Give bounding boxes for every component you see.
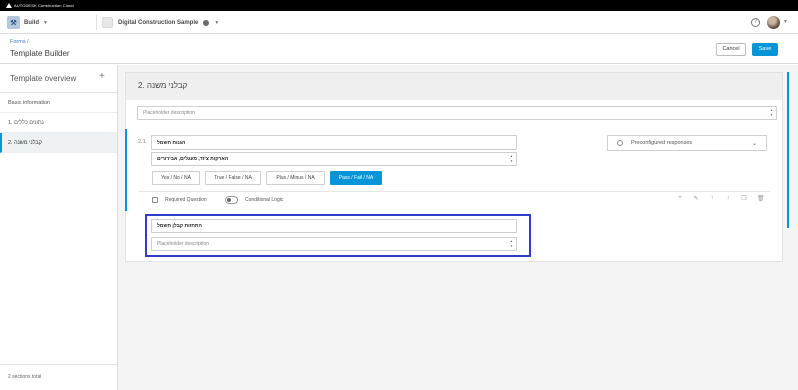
move-up-icon[interactable]: ↑ [709,195,715,202]
top-navigation: ⚒ Build ▼ Digital Construction Sample ▼ … [0,11,798,34]
brand-text: AUTODESK Construction Cloud [14,3,74,8]
sections-count: 2 sections total [0,364,117,390]
app-switcher[interactable]: ⚒ Build ▼ [7,16,48,29]
preconfigured-responses-dropdown[interactable]: Preconfigured responses ⌄ [607,135,767,151]
brand-bar: AUTODESK Construction Cloud [0,0,798,11]
project-thumbnail-icon [102,17,113,28]
chevron-down-icon: ▼ [214,19,220,26]
radio-icon [617,140,623,146]
section-title: 2. קבלני משנה [138,81,188,90]
sidebar-title: Template overview [10,74,77,83]
divider [96,15,97,30]
help-icon[interactable]: ? [751,18,760,27]
delete-icon[interactable]: 🗑 [757,195,765,202]
conditional-logic-label: Conditional Logic [245,197,284,203]
question-text: הגנות חשמל [157,139,186,146]
conditional-logic-toggle[interactable] [225,196,238,204]
chevron-down-icon: ▼ [43,19,48,26]
chevron-down-icon: ⌄ [751,141,757,147]
page-title: Template Builder [10,49,70,58]
question-subtext: הארקות ציוד, מעגלים, אבירורים [157,156,229,162]
duplicate-icon[interactable]: ❐ [741,195,747,202]
save-button[interactable]: Save [752,43,778,56]
option-yes-no-na[interactable]: Yes / No / NA [152,171,200,185]
add-icon[interactable]: + [677,195,683,202]
toggle-knob [227,198,231,202]
chevron-down-icon[interactable]: ▼ [783,19,788,25]
template-overview-sidebar: Template overview + Basic information 1.… [0,65,118,390]
required-question-checkbox[interactable] [152,197,158,203]
project-name: Digital Construction Sample [118,19,199,26]
edit-icon[interactable]: ✎ [693,195,699,202]
divider [138,191,770,192]
question-subtext-select[interactable]: הארקות ציוד, מעגלים, אבירורים ▲ ▼ [151,152,517,166]
avatar[interactable] [767,16,780,29]
project-switcher[interactable]: Digital Construction Sample ▼ [102,16,219,29]
section-description-placeholder: Placeholder description [143,110,195,116]
page-header: Forms / Template Builder Cancel Save [0,34,798,64]
question-number: 2.1 [138,139,146,145]
required-question-label: Required Question [165,197,207,203]
section-header[interactable]: 2. קבלני משנה [126,73,782,100]
app-name: Build [24,19,39,26]
option-true-false-na[interactable]: True / False / NA [205,171,261,185]
sidebar-item-section-1[interactable]: 1. נתונים כללים [0,113,117,133]
option-plus-minus-na[interactable]: Plus / Minus / NA [266,171,325,185]
add-section-button[interactable]: + [99,71,105,82]
question-accent-bar [125,129,127,211]
highlight-annotation [145,214,531,257]
question-toolbar: + ✎ ↑ ↓ ❐ 🗑 [677,195,765,202]
sidebar-item-section-2[interactable]: 2. קבלני משנה [0,133,117,153]
section-accent-bar [787,72,789,228]
section-description-input[interactable]: Placeholder description ▲ ▼ [137,106,777,120]
resize-stepper[interactable]: ▲ ▼ [510,155,514,163]
globe-icon [203,19,210,26]
move-down-icon[interactable]: ↓ [725,195,731,202]
option-pass-fail-na[interactable]: Pass / Fail / NA [330,171,382,185]
sidebar-item-basic-information[interactable]: Basic information [0,93,117,113]
preconfigured-responses-label: Preconfigured responses [631,140,693,146]
breadcrumb[interactable]: Forms / [10,39,29,45]
resize-stepper[interactable]: ▲ ▼ [770,109,774,117]
question-text-input[interactable]: הגנות חשמל [151,135,517,150]
cancel-button[interactable]: Cancel [716,43,746,56]
autodesk-logo-icon [6,3,12,8]
build-logo-icon: ⚒ [7,16,20,29]
